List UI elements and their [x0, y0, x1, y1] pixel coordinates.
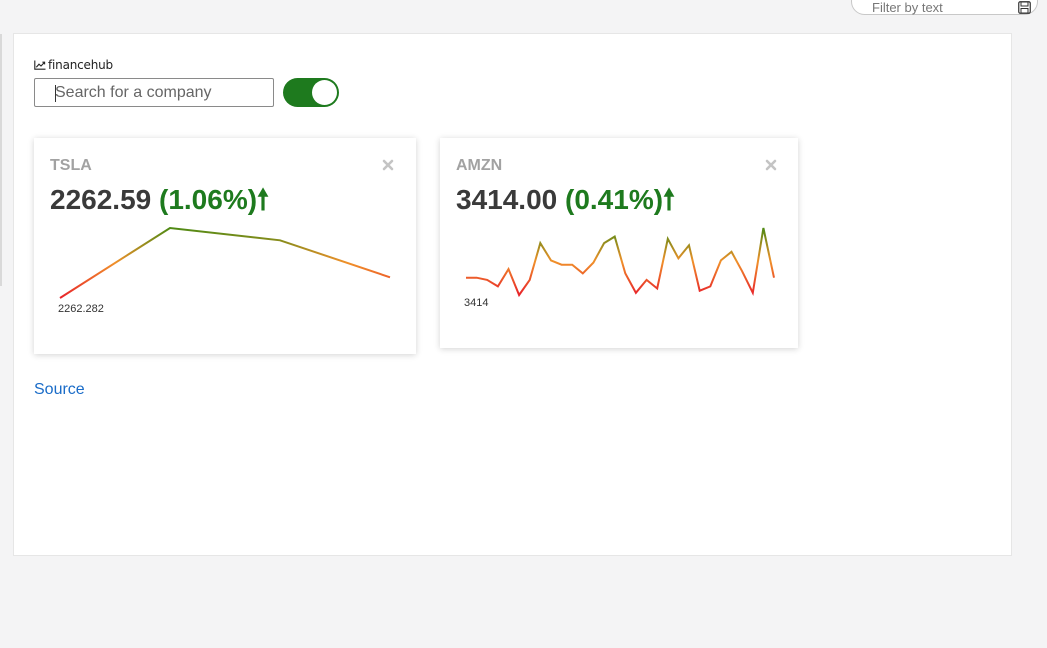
chart-line-icon	[34, 60, 46, 70]
filter-box	[851, 0, 1038, 15]
app-logo-text: financehub	[48, 58, 113, 72]
window-edge	[0, 34, 2, 286]
sparkline-start-label: 3414	[464, 297, 488, 309]
sparkline-chart: 2262.282	[58, 226, 391, 315]
sparkline-path	[466, 227, 775, 298]
source-link[interactable]: Source	[34, 381, 85, 399]
filter-input[interactable]	[872, 0, 1008, 15]
theme-toggle[interactable]	[283, 78, 339, 107]
text-caret	[55, 85, 56, 102]
sparkline-start-label: 2262.282	[58, 303, 104, 315]
save-icon[interactable]	[1018, 1, 1031, 14]
company-search-input[interactable]	[34, 78, 274, 107]
stock-card-tsla: TSLA 2262.59 (1.06%)🠕 2262.282	[34, 138, 416, 354]
app-logo[interactable]: financehub	[34, 58, 113, 72]
stock-card-amzn: AMZN 3414.00 (0.41%)🠕 3414	[440, 138, 798, 348]
main-panel: financehub TSLA 2262.59 (1.06%)🠕 2262.28…	[13, 33, 1012, 556]
toggle-knob	[312, 80, 337, 105]
sparkline-chart: 3414	[464, 227, 775, 309]
sparkline-path	[59, 226, 391, 299]
